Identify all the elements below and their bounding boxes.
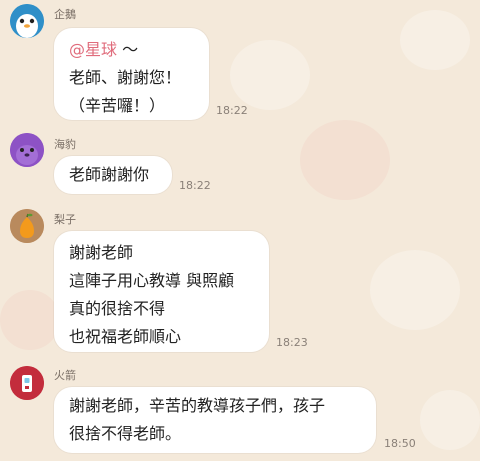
message-text: 老師謝謝你 (69, 165, 150, 184)
wallpaper-decoration (420, 390, 480, 450)
sender-name: 梨子 (54, 213, 76, 226)
message-bubble[interactable]: 老師謝謝你 (54, 156, 172, 194)
pear-icon (10, 209, 44, 243)
message-text: 很捨不得老師。 (69, 424, 182, 443)
message-time: 18:22 (179, 179, 211, 192)
message-text: （辛苦囉！） (69, 96, 166, 115)
mention-link[interactable]: @星球 (69, 40, 117, 59)
message-text: 〜 (117, 40, 139, 59)
seal-icon (10, 133, 44, 167)
wallpaper-decoration (370, 250, 460, 330)
message-text: 謝謝老師，辛苦的教導孩子們，孩子 (69, 396, 326, 415)
chat-view: 企鵝 @星球 〜 老師、謝謝您！ （辛苦囉！） 18:22 海豹 老師謝謝你 1… (0, 0, 480, 461)
message-bubble[interactable]: 謝謝老師，辛苦的教導孩子們，孩子 很捨不得老師。 (54, 387, 376, 453)
penguin-icon (10, 4, 44, 38)
wallpaper-decoration (400, 10, 470, 70)
message-time: 18:23 (276, 336, 308, 349)
message-text: 真的很捨不得 (69, 299, 166, 318)
message-time: 18:22 (216, 104, 248, 117)
avatar[interactable] (10, 209, 44, 243)
message-text: 也祝福老師順心 (69, 327, 182, 346)
rocket-icon (10, 366, 44, 400)
message-text: 謝謝老師 (69, 243, 134, 262)
wallpaper-decoration (230, 40, 310, 110)
avatar[interactable] (10, 4, 44, 38)
sender-name: 海豹 (54, 138, 76, 151)
avatar[interactable] (10, 366, 44, 400)
message-bubble[interactable]: 謝謝老師 這陣子用心教導 與照顧 真的很捨不得 也祝福老師順心 (54, 231, 269, 352)
message-text: 老師、謝謝您！ (69, 68, 182, 87)
message-text: 這陣子用心教導 與照顧 (69, 271, 235, 290)
message-time: 18:50 (384, 437, 416, 450)
wallpaper-decoration (0, 290, 60, 350)
sender-name: 企鵝 (54, 8, 76, 21)
wallpaper-decoration (300, 120, 390, 200)
sender-name: 火箭 (54, 369, 76, 382)
message-bubble[interactable]: @星球 〜 老師、謝謝您！ （辛苦囉！） (54, 28, 209, 120)
avatar[interactable] (10, 133, 44, 167)
